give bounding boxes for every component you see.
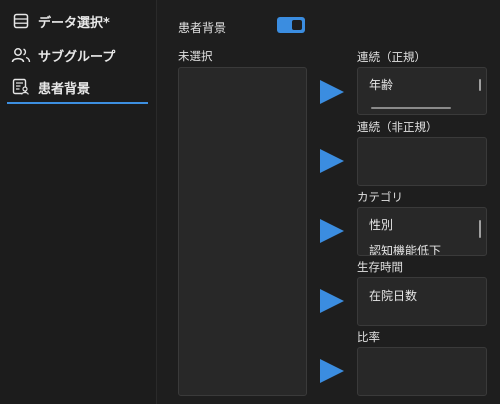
sidebar-item-label: サブグループ — [38, 49, 116, 65]
group-label-continuous-nonnormal: 連続（非正規） — [357, 120, 438, 134]
table-icon — [11, 11, 31, 31]
unselected-list[interactable] — [178, 67, 307, 396]
sidebar-item-label: データ選択* — [38, 15, 110, 31]
patient-background-toggle[interactable] — [277, 17, 305, 33]
unselected-label: 未選択 — [178, 49, 213, 63]
main-panel: 患者背景 未選択 連続（正規） 年齢 連続（非正規） カテゴリ 性別 認知機能低… — [157, 0, 500, 404]
move-to-continuous-normal-button[interactable] — [320, 80, 344, 104]
list-item[interactable]: 認知機能低下 — [369, 242, 441, 255]
category-list[interactable]: 性別 認知機能低下 — [357, 207, 487, 256]
move-to-continuous-nonnormal-button[interactable] — [320, 149, 344, 173]
group-label-survival-time: 生存時間 — [357, 260, 403, 274]
vertical-scrollbar[interactable] — [479, 220, 481, 238]
vertical-scrollbar[interactable] — [479, 79, 481, 91]
move-to-ratio-button[interactable] — [320, 359, 344, 383]
app-window: データ選択* サブグループ 患者背景 患者背景 未選択 連続（正規） 年齢 連続… — [0, 0, 500, 404]
patient-report-icon — [11, 77, 31, 97]
list-item[interactable]: 在院日数 — [369, 287, 417, 304]
sidebar-item-patient-background[interactable]: 患者背景 — [7, 72, 148, 104]
sidebar: データ選択* サブグループ 患者背景 — [0, 0, 157, 404]
users-icon — [11, 45, 31, 65]
list-item[interactable]: 年齢 — [369, 76, 393, 93]
continuous-nonnormal-list[interactable] — [357, 137, 487, 186]
survival-time-list[interactable]: 在院日数 — [357, 277, 487, 326]
sidebar-item-label: 患者背景 — [38, 81, 91, 97]
group-label-continuous-normal: 連続（正規） — [357, 50, 426, 64]
list-item[interactable]: 性別 — [369, 216, 393, 233]
group-label-ratio: 比率 — [357, 330, 380, 344]
move-to-category-button[interactable] — [320, 219, 344, 243]
toggle-knob — [292, 20, 302, 30]
sidebar-item-data-select[interactable]: データ選択* — [7, 6, 148, 36]
move-to-survival-time-button[interactable] — [320, 289, 344, 313]
continuous-normal-list[interactable]: 年齢 — [357, 67, 487, 115]
horizontal-scrollbar[interactable] — [371, 107, 451, 109]
ratio-list[interactable] — [357, 347, 487, 396]
toggle-label: 患者背景 — [178, 21, 227, 35]
group-label-category: カテゴリ — [357, 190, 403, 204]
sidebar-item-subgroup[interactable]: サブグループ — [7, 40, 148, 70]
